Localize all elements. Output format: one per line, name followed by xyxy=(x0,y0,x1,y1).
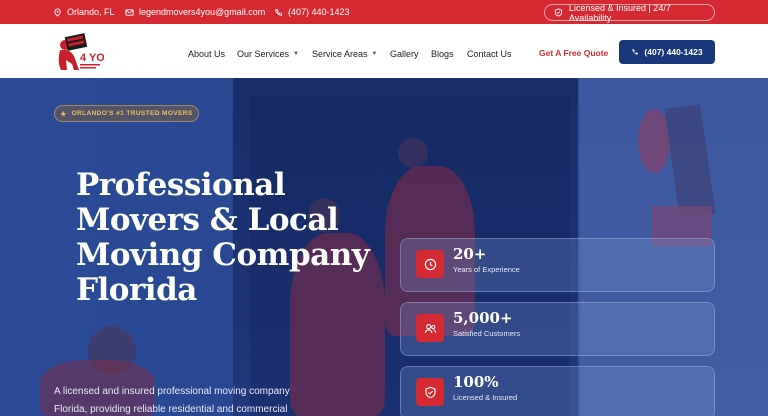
mail-icon xyxy=(125,8,134,16)
stat-label: Satisfied Customers xyxy=(453,329,521,338)
stat-icon-box xyxy=(416,250,444,278)
phone-icon xyxy=(275,8,283,16)
location-text: Orlando, FL xyxy=(67,7,115,17)
hero-title: Professional Movers & Local Moving Compa… xyxy=(76,167,370,308)
email-text: legendmovers4you@gmail.com xyxy=(139,7,266,17)
shield-check-icon xyxy=(554,8,563,17)
stat-value: 5,000+ xyxy=(453,309,513,327)
company-logo[interactable]: 4 YOU xyxy=(52,32,113,72)
nav-item-label: Our Services xyxy=(237,49,290,59)
mover-head xyxy=(398,138,428,168)
logo-mark-icon: 4 YOU xyxy=(58,33,113,70)
call-button-label: (407) 440-1423 xyxy=(644,47,703,57)
chevron-down-icon: ▼ xyxy=(371,51,378,57)
free-quote-link[interactable]: Get A Free Quote xyxy=(539,48,608,58)
nav-item-gallery[interactable]: Gallery xyxy=(390,48,419,60)
nav-item-service-areas[interactable]: Service Areas ▼ xyxy=(312,48,377,60)
nav-item-contact-us[interactable]: Contact Us xyxy=(467,48,512,60)
clock-icon xyxy=(424,258,436,270)
chevron-down-icon: ▼ xyxy=(293,51,299,57)
svg-text:4 YOU: 4 YOU xyxy=(80,52,104,64)
license-text: Licensed & Insured | 24/7 Availability xyxy=(568,2,671,23)
nav-item-label: Service Areas xyxy=(312,49,368,59)
badge-text: ORLANDO'S #1 TRUSTED MOVERS xyxy=(71,110,193,117)
shield-icon xyxy=(424,386,436,398)
star-icon: ★ xyxy=(60,110,67,118)
stat-card-experience: 20+ Years of Experience xyxy=(400,238,715,292)
hero-description: A licensed and insured professional movi… xyxy=(54,386,290,415)
stat-icon-box xyxy=(416,314,444,342)
top-bar: Orlando, FL legendmovers4you@gmail.com (… xyxy=(0,0,768,24)
nav-item-about-us[interactable]: About Us xyxy=(188,48,225,60)
license-badge: Licensed & Insured | 24/7 Availability xyxy=(544,2,715,23)
nav-item-label: About Us xyxy=(188,49,226,59)
nav-item-label: Contact Us xyxy=(467,49,512,59)
trusted-movers-badge: ★ ORLANDO'S #1 TRUSTED MOVERS xyxy=(54,105,199,122)
nav-item-label: Gallery xyxy=(390,49,419,59)
stat-label: Licensed & Insured xyxy=(453,393,518,402)
location-info: Orlando, FL xyxy=(53,0,115,24)
email-link[interactable]: legendmovers4you@gmail.com xyxy=(125,0,265,24)
phone-text: (407) 440-1423 xyxy=(288,7,350,17)
phone-link[interactable]: (407) 440-1423 xyxy=(274,0,350,24)
stat-label: Years of Experience xyxy=(453,265,520,274)
stat-card-customers: 5,000+ Satisfied Customers xyxy=(400,302,715,356)
nav-item-label: Blogs xyxy=(431,49,454,59)
phone-icon xyxy=(632,49,639,55)
stat-value: 20+ xyxy=(453,245,487,263)
stat-card-licensed: 100% Licensed & Insured xyxy=(400,366,715,416)
call-button[interactable]: (407) 440-1423 xyxy=(619,40,715,64)
nav-item-our-services[interactable]: Our Services ▼ xyxy=(237,48,299,60)
location-pin-icon xyxy=(54,7,61,17)
nav-item-blogs[interactable]: Blogs xyxy=(431,48,454,60)
stat-icon-box xyxy=(416,378,444,406)
users-icon xyxy=(424,323,436,333)
stat-value: 100% xyxy=(453,373,499,391)
